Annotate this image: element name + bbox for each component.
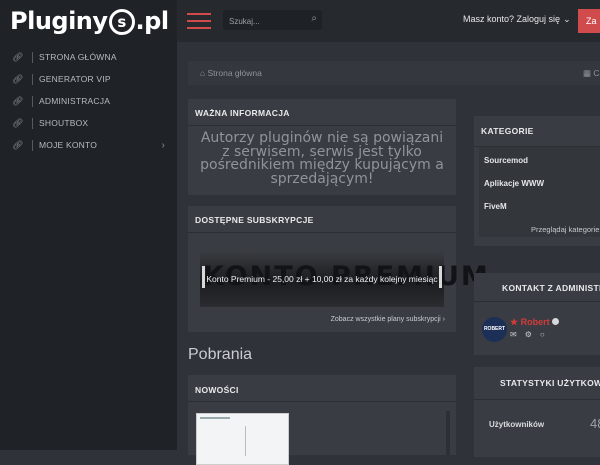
envelope-icon[interactable]: ✉: [510, 330, 525, 339]
home-icon: ⌂: [200, 68, 206, 78]
site-logo[interactable]: Pluginy s .pl: [10, 4, 169, 38]
logo-text-start: Pluginy: [10, 7, 108, 35]
separator: [32, 73, 33, 85]
category-list: Sourcemod Aplikacje WWW FiveM Przeglądaj…: [479, 147, 600, 237]
circle-icon[interactable]: ○: [540, 330, 553, 339]
chevron-down-icon: ⌄: [563, 14, 571, 24]
breadcrumb-right-label: Ca: [593, 68, 600, 78]
panel-title: STATYSTYKI UŻYTKOW: [500, 378, 600, 388]
info-text: Autorzy pluginów nie są powiązani z serw…: [200, 130, 444, 187]
link-icon: 🔗︎: [12, 51, 24, 62]
sidebar: Pluginy s .pl 🔗︎ Strona główna 🔗︎ Generato…: [0, 0, 177, 450]
important-info-panel: WAŻNA INFORMACJA Autorzy pluginów nie są…: [188, 99, 456, 195]
divider: [474, 399, 600, 400]
separator: [32, 117, 33, 129]
chevron-right-icon: ›: [442, 316, 445, 323]
sidebar-item-label: Strona główna: [39, 52, 117, 62]
sidebar-item-administration[interactable]: 🔗︎ Administracja: [0, 90, 177, 112]
users-count-label: Użytkowników: [489, 420, 545, 429]
panel-title: KONTAKT Z ADMINISTR: [502, 283, 600, 293]
register-button[interactable]: Za: [578, 9, 600, 33]
star-icon: ★: [510, 317, 519, 327]
panel-title: WAŻNA INFORMACJA: [195, 108, 290, 118]
login-text: Masz konto? Zaloguj się: [463, 14, 561, 24]
link-icon: 🔗︎: [12, 73, 24, 84]
separator: [32, 51, 33, 63]
breadcrumb-home[interactable]: ⌂ Strona główna: [200, 68, 262, 78]
see-all-label: Zobacz wszystkie plany subskrypcji: [330, 316, 441, 323]
admin-name[interactable]: ★ Robert: [510, 317, 550, 328]
separator: [32, 95, 33, 107]
top-bar: ⌕ Masz konto? Zaloguj się⌄ Za: [177, 0, 600, 42]
search-icon[interactable]: ⌕: [311, 13, 317, 24]
link-icon: 🔗︎: [12, 95, 24, 106]
category-item[interactable]: Aplikacje WWW: [484, 179, 544, 188]
divider: [188, 125, 456, 126]
grid-icon: ▦: [583, 68, 592, 78]
separator: [32, 139, 33, 151]
divider: [188, 401, 456, 402]
sidebar-item-label: Moje konto: [39, 140, 98, 150]
search-input[interactable]: [227, 13, 305, 29]
thumbnail-detail: [200, 417, 230, 419]
panel-title: KATEGORIE: [481, 126, 534, 136]
see-all-subscriptions-link[interactable]: Zobacz wszystkie plany subskrypcji ›: [331, 316, 445, 323]
premium-banner[interactable]: KONTO PREMIUM Konto Premium - 25,00 zł +…: [200, 250, 488, 307]
subscriptions-panel: DOSTĘPNE SUBSKRYPCJE KONTO PREMIUM Konto…: [188, 206, 488, 332]
category-item[interactable]: Sourcemod: [484, 156, 528, 165]
admin-contact-icons: ✉⚙○: [510, 330, 553, 339]
scrollbar[interactable]: [446, 411, 450, 455]
sidebar-item-home[interactable]: 🔗︎ Strona główna: [0, 46, 177, 68]
divider: [474, 301, 600, 302]
chevron-right-icon: ›: [161, 139, 165, 151]
avatar[interactable]: ROBERT: [482, 317, 507, 342]
steam-icon[interactable]: ⚙: [525, 330, 540, 339]
logo-text-end: .pl: [135, 7, 170, 35]
sidebar-item-vip-generator[interactable]: 🔗︎ Generator VIP: [0, 68, 177, 90]
sidebar-nav: 🔗︎ Strona główna 🔗︎ Generator VIP 🔗︎ Adm…: [0, 46, 177, 156]
browse-categories-link[interactable]: Przeglądaj kategorie: [531, 225, 599, 234]
online-status-icon: [552, 318, 559, 325]
category-item[interactable]: FiveM: [484, 202, 507, 211]
breadcrumb-home-label: Strona główna: [207, 68, 262, 78]
contact-admin-panel: KONTAKT Z ADMINISTR ROBERT ★ Robert ✉⚙○: [474, 273, 600, 355]
news-thumbnail[interactable]: [196, 413, 289, 465]
banner-label: Konto Premium - 25,00 zł + 10,00 zł za k…: [206, 274, 438, 284]
divider: [188, 232, 456, 233]
sidebar-item-shoutbox[interactable]: 🔗︎ Shoutbox: [0, 112, 177, 134]
sidebar-item-label: Generator VIP: [39, 74, 111, 84]
sidebar-item-label: Administracja: [39, 96, 111, 106]
user-stats-panel: STATYSTYKI UŻYTKOW Użytkowników 48: [474, 367, 600, 457]
login-link[interactable]: Masz konto? Zaloguj się ⌄: [463, 14, 571, 25]
panel-title: DOSTĘPNE SUBSKRYPCJE: [195, 215, 314, 225]
sidebar-item-label: Shoutbox: [39, 118, 89, 128]
search-box: ⌕: [223, 10, 322, 30]
news-panel: NOWOŚCI: [188, 375, 456, 465]
downloads-heading: Pobrania: [188, 346, 253, 363]
categories-panel: KATEGORIE Sourcemod Aplikacje WWW FiveM …: [474, 116, 600, 246]
breadcrumb-right[interactable]: ▦ Ca: [583, 68, 600, 79]
users-count-value: 48: [590, 416, 600, 431]
thumbnail-detail: [245, 426, 258, 456]
panel-title: NOWOŚCI: [195, 385, 239, 395]
logo-s-badge: s: [108, 9, 135, 35]
breadcrumb: ⌂ Strona główna ▦ Ca: [188, 61, 600, 85]
hamburger-menu-icon[interactable]: [187, 12, 211, 30]
admin-name-label: Robert: [520, 317, 550, 327]
sidebar-item-my-account[interactable]: 🔗︎ Moje konto ›: [0, 134, 177, 156]
link-icon: 🔗︎: [12, 117, 24, 128]
link-icon: 🔗︎: [12, 139, 24, 150]
